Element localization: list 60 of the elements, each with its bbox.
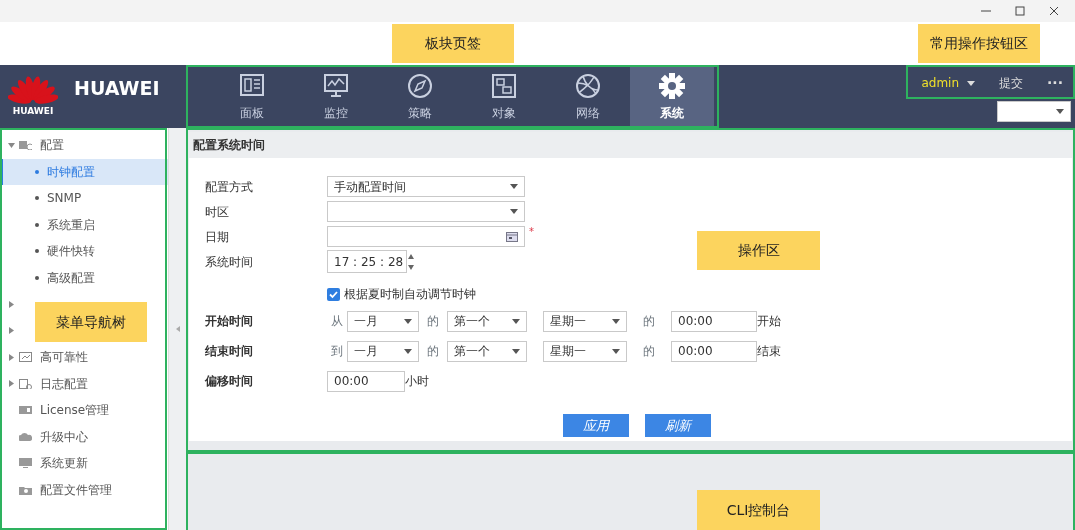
menu-item[interactable]: 高可靠性: [0, 344, 168, 371]
field-prefix: 到: [331, 343, 343, 360]
dropdown[interactable]: 星期一: [543, 310, 627, 332]
field-text: 的: [427, 313, 439, 330]
field-label: 系统时间: [205, 253, 254, 271]
dropdown[interactable]: 一月: [347, 310, 419, 332]
field-text: 的: [643, 343, 655, 360]
apply-button[interactable]: 应用: [563, 414, 629, 437]
menu-item[interactable]: 配置文件管理: [0, 476, 168, 503]
menu-item[interactable]: SNMP: [0, 185, 168, 212]
nav-tab[interactable]: 系统: [630, 65, 714, 128]
menu-item[interactable]: License管理: [0, 397, 168, 424]
unit-label: 小时: [405, 373, 429, 390]
brand-name: HUAWEI: [74, 76, 160, 102]
callout-label: 板块页签: [392, 24, 514, 63]
field-label: 日期: [205, 228, 230, 246]
field-text: 的: [643, 313, 655, 330]
submit-button[interactable]: 提交: [999, 74, 1024, 92]
callout-label: 常用操作按钮区: [918, 24, 1040, 63]
panel-title: 配置系统时间: [193, 137, 265, 154]
field-label: 结束时间: [205, 343, 254, 360]
dropdown[interactable]: 第一个: [447, 340, 527, 362]
menu-item[interactable]: 配置: [0, 132, 168, 159]
menu-item[interactable]: 高级配置: [0, 264, 168, 291]
time-field[interactable]: 00:00: [671, 310, 757, 332]
dropdown[interactable]: 星期一: [543, 340, 627, 362]
nav-tab[interactable]: 监控: [294, 65, 378, 128]
menu-item[interactable]: 日志配置: [0, 370, 168, 397]
menu-item[interactable]: 系统更新: [0, 450, 168, 477]
menu-item[interactable]: 时钟配置: [0, 158, 168, 185]
nav-tab[interactable]: 策略: [378, 65, 462, 128]
logo-caption: HUAWEI: [12, 104, 54, 118]
field-prefix: 从: [331, 313, 343, 330]
required-mark: *: [529, 225, 534, 239]
time-field[interactable]: 00:00: [671, 340, 757, 362]
nav-tab[interactable]: 面板: [210, 65, 294, 128]
callout-label: CLI控制台: [697, 490, 820, 530]
field-label: 偏移时间: [205, 373, 254, 390]
field-label: 时区: [205, 203, 230, 221]
field-text: 的: [427, 343, 439, 360]
nav-tab[interactable]: 网络: [546, 65, 630, 128]
user-menu[interactable]: admin: [921, 74, 976, 92]
menu-item[interactable]: 系统重启: [0, 211, 168, 238]
time-field[interactable]: 17 : 25 : 28: [327, 250, 407, 273]
more-button[interactable]: ···: [1047, 72, 1063, 94]
dropdown[interactable]: 一月: [347, 340, 419, 362]
offset-field[interactable]: 00:00: [327, 370, 405, 392]
callout-label: 操作区: [697, 231, 820, 270]
dropdown[interactable]: 第一个: [447, 310, 527, 332]
callout-label: 菜单导航树: [35, 302, 147, 342]
field-label: 配置方式: [205, 178, 254, 196]
refresh-button[interactable]: 刷新: [645, 414, 711, 437]
menu-item[interactable]: 升级中心: [0, 423, 168, 450]
checkbox-label: 根据夏时制自动调节时钟: [344, 286, 476, 303]
nav-tab[interactable]: 对象: [462, 65, 546, 128]
menu-item[interactable]: 硬件快转: [0, 238, 168, 265]
field-suffix: 结束: [757, 343, 781, 360]
dropdown[interactable]: 手动配置时间: [327, 176, 525, 197]
field-suffix: 开始: [757, 313, 781, 330]
field-label: 开始时间: [205, 313, 254, 330]
